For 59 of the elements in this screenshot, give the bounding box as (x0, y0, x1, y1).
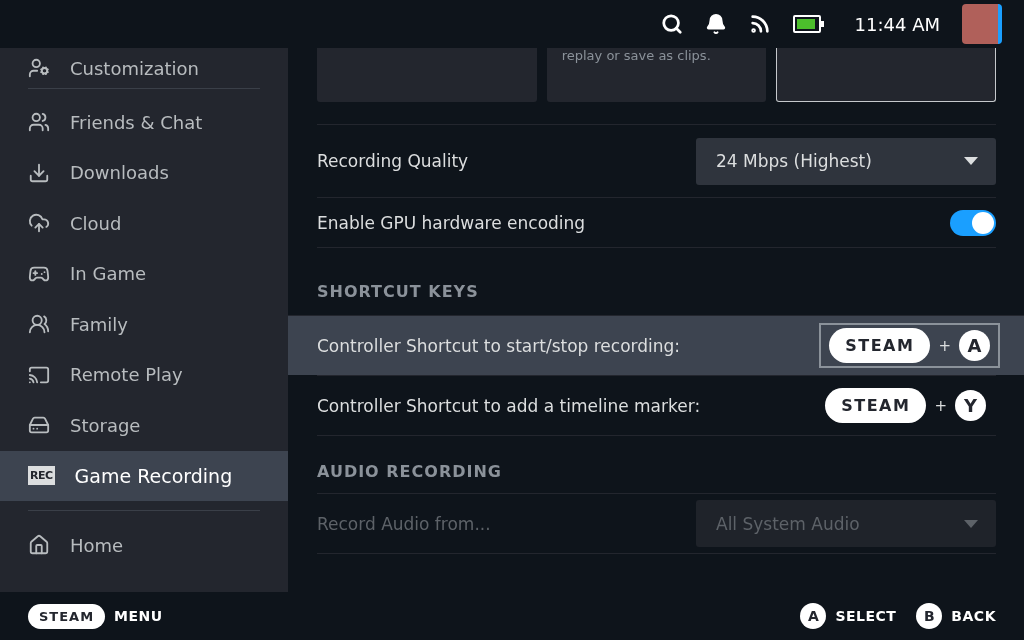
sidebar-item[interactable]: Home (0, 520, 288, 571)
key-badge: A (959, 330, 990, 361)
setting-label: Recording Quality (317, 151, 469, 171)
sidebar-label: Family (70, 313, 128, 335)
family-icon (28, 313, 50, 336)
sidebar-item[interactable]: Remote Play (0, 349, 288, 400)
hint-label: SELECT (835, 608, 897, 624)
shortcut-row[interactable]: Controller Shortcut to start/stop recording: STEAM + A (288, 315, 1024, 375)
customization-icon (28, 57, 50, 79)
sidebar-label: Customization (70, 57, 199, 79)
dropdown[interactable]: 24 Mbps (Highest) (696, 137, 996, 185)
key-badge: STEAM (825, 388, 927, 423)
key-badge: Y (955, 390, 986, 421)
home-icon (28, 534, 50, 557)
bell-icon[interactable] (704, 13, 727, 35)
caret-icon (964, 519, 978, 528)
key-badge: STEAM (829, 328, 931, 363)
sidebar-label: Home (70, 534, 124, 556)
friends-icon (28, 111, 50, 134)
key-badge: B (916, 603, 943, 629)
cloud-icon (28, 212, 50, 235)
sidebar-label: Cloud (70, 212, 122, 234)
sidebar-item[interactable]: Cloud (0, 198, 288, 249)
hint-label: BACK (951, 608, 996, 624)
caret-icon (964, 157, 978, 165)
card-text: replay or save as clips. (561, 48, 711, 63)
sidebar-item[interactable]: Storage (0, 400, 288, 451)
key-badge: STEAM (28, 603, 106, 629)
rec-badge: REC (28, 466, 55, 486)
signal-icon[interactable] (748, 13, 771, 35)
sidebar-item[interactable]: In Game (0, 248, 288, 299)
plus-sign: + (934, 396, 947, 415)
search-icon[interactable] (660, 13, 683, 35)
download-icon (28, 161, 50, 184)
shortcut-row[interactable]: Controller Shortcut to add a timeline marker: STEAM + Y (317, 375, 996, 435)
battery-icon[interactable] (792, 15, 825, 33)
sidebar-item[interactable]: Friends & Chat (0, 97, 288, 148)
section-heading: AUDIO RECORDING (317, 435, 996, 493)
option-card[interactable]: replay or save as clips. (546, 48, 767, 102)
sidebar-label: Downloads (70, 162, 169, 184)
sidebar-label: In Game (70, 263, 147, 285)
toggle-switch[interactable] (950, 209, 996, 236)
plus-sign: + (938, 336, 951, 355)
sidebar-label: Friends & Chat (70, 111, 203, 133)
setting-label: Record Audio from... (317, 513, 491, 534)
setting-label: Controller Shortcut to start/stop recording: (317, 335, 681, 356)
key-badge: A (800, 603, 827, 629)
option-card[interactable] (776, 48, 996, 102)
setting-label: Enable GPU hardware encoding (317, 212, 586, 233)
sidebar-item[interactable]: Downloads (0, 147, 288, 198)
clock-time: 11:44 AM (854, 13, 940, 35)
sidebar-item[interactable]: REC Game Recording (0, 450, 288, 501)
sidebar-item[interactable]: Customization (0, 48, 288, 88)
sidebar-item[interactable]: Family (0, 299, 288, 350)
setting-label: Controller Shortcut to add a timeline marker: (317, 395, 701, 416)
sidebar-label: Storage (70, 414, 141, 436)
sidebar-label: Game Recording (74, 464, 233, 487)
hint-label: MENU (114, 608, 163, 624)
sidebar-label: Remote Play (70, 364, 183, 386)
